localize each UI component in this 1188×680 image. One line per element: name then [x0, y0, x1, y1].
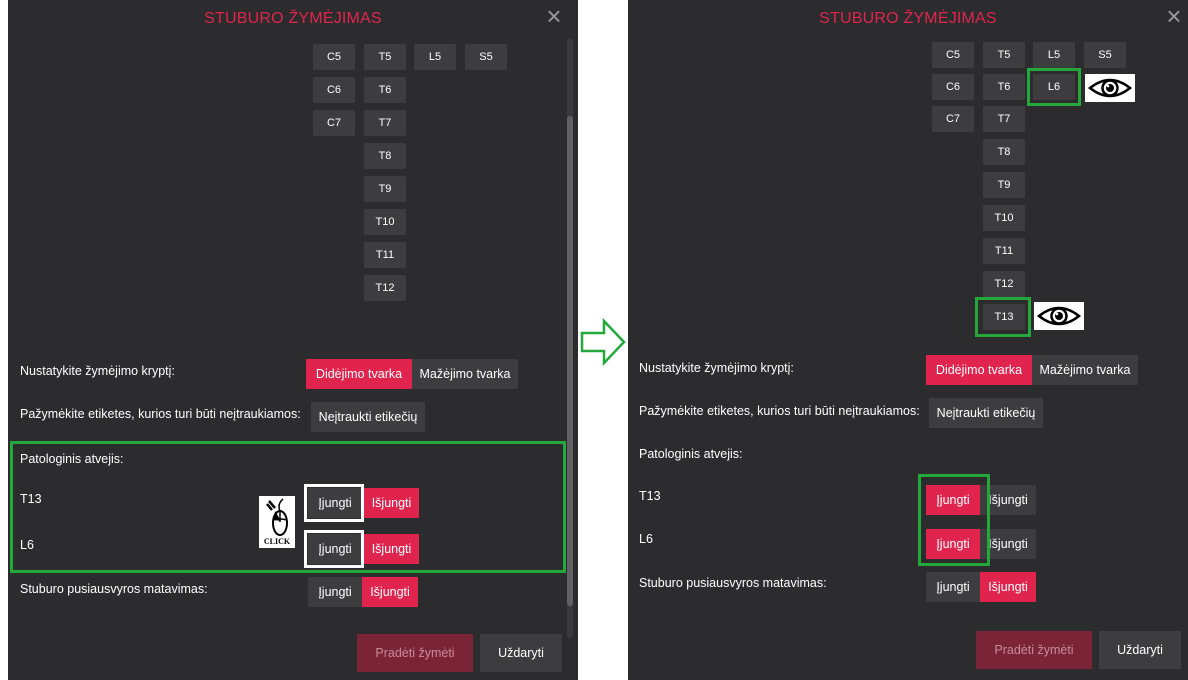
start-marking-button[interactable]: Pradėti žymėti — [976, 631, 1092, 669]
scrollbar[interactable] — [567, 38, 573, 638]
l6-disable-button[interactable]: Išjungti — [364, 534, 419, 564]
vertebra-button-t8[interactable]: T8 — [983, 139, 1025, 165]
balance-label: Stuburo pusiausvyros matavimas: — [639, 576, 827, 590]
balance-label: Stuburo pusiausvyros matavimas: — [20, 582, 208, 596]
vertebra-button-t12[interactable]: T12 — [983, 271, 1025, 297]
balance-enable-button[interactable]: Įjungti — [926, 572, 980, 602]
vertebra-button-c5[interactable]: C5 — [313, 44, 355, 70]
highlight-t13 — [975, 297, 1031, 337]
direction-label: Nustatykite žymėjimo kryptį: — [639, 361, 794, 375]
vertebra-button-t10[interactable]: T10 — [983, 205, 1025, 231]
vertebra-button-t7[interactable]: T7 — [983, 106, 1025, 132]
vertebra-button-t7[interactable]: T7 — [364, 110, 406, 136]
highlight-t13-enable — [304, 484, 364, 522]
vertebra-button-l5[interactable]: L5 — [1033, 42, 1075, 68]
vertebra-button-t10[interactable]: T10 — [364, 209, 406, 235]
pathology-label: Patologinis atvejis: — [20, 452, 124, 466]
close-button[interactable]: Uždaryti — [1099, 631, 1181, 669]
arrow-right-icon — [580, 318, 626, 366]
vertebra-button-l5[interactable]: L5 — [414, 44, 456, 70]
balance-disable-button[interactable]: Išjungti — [362, 577, 418, 607]
vertebra-button-t11[interactable]: T11 — [364, 242, 406, 268]
vertebra-button-s5[interactable]: S5 — [465, 44, 507, 70]
close-icon[interactable]: × — [1164, 3, 1184, 29]
vertebra-button-t6[interactable]: T6 — [364, 77, 406, 103]
pathology-row-l6-label: L6 — [639, 532, 653, 546]
dialog-title: STUBURO ŽYMĖJIMAS — [819, 10, 997, 27]
pathology-label: Patologinis atvejis: — [639, 447, 743, 461]
vertebra-button-t5[interactable]: T5 — [983, 42, 1025, 68]
vertebra-button-c7[interactable]: C7 — [313, 110, 355, 136]
highlight-l6 — [1027, 68, 1081, 106]
exclude-labels-button[interactable]: Neįtraukti etikečių — [311, 402, 425, 432]
pathology-row-t13-label: T13 — [639, 489, 661, 503]
vertebra-button-c6[interactable]: C6 — [313, 77, 355, 103]
eye-icon — [1085, 74, 1135, 102]
vertebra-button-t6[interactable]: T6 — [983, 74, 1025, 100]
ascending-button[interactable]: Didėjimo tvarka — [306, 359, 412, 389]
direction-label: Nustatykite žymėjimo kryptį: — [20, 364, 175, 378]
vertebra-button-c6[interactable]: C6 — [932, 74, 974, 100]
vertebra-button-t12[interactable]: T12 — [364, 275, 406, 301]
pathology-row-t13-label: T13 — [20, 492, 42, 506]
vertebra-button-t5[interactable]: T5 — [364, 44, 406, 70]
eye-icon — [1034, 302, 1084, 330]
balance-disable-button[interactable]: Išjungti — [980, 572, 1036, 602]
vertebra-button-t8[interactable]: T8 — [364, 143, 406, 169]
exclude-label: Pažymėkite etiketes, kurios turi būti ne… — [20, 407, 301, 421]
pathology-row-l6-label: L6 — [20, 538, 34, 552]
start-marking-button[interactable]: Pradėti žymėti — [357, 634, 473, 672]
descending-button[interactable]: Mažėjimo tvarka — [412, 359, 518, 389]
exclude-label: Pažymėkite etiketes, kurios turi būti ne… — [639, 404, 920, 418]
close-icon[interactable]: × — [544, 3, 564, 29]
dialog-title: STUBURO ŽYMĖJIMAS — [204, 10, 382, 27]
vertebra-button-t9[interactable]: T9 — [983, 172, 1025, 198]
highlight-enable-buttons — [918, 474, 990, 566]
highlight-l6-enable — [304, 530, 364, 568]
click-caption: CLICK — [263, 537, 291, 546]
mouse-click-icon: CLICK — [259, 496, 295, 548]
descending-button[interactable]: Mažėjimo tvarka — [1032, 355, 1138, 385]
ascending-button[interactable]: Didėjimo tvarka — [926, 355, 1032, 385]
vertebra-button-c7[interactable]: C7 — [932, 106, 974, 132]
vertebra-button-t11[interactable]: T11 — [983, 238, 1025, 264]
vertebra-button-t9[interactable]: T9 — [364, 176, 406, 202]
vertebra-button-s5[interactable]: S5 — [1084, 42, 1126, 68]
scrollbar-thumb[interactable] — [567, 116, 573, 606]
close-button[interactable]: Uždaryti — [480, 634, 562, 672]
dialog-before: STUBURO ŽYMĖJIMAS × C5 T5 L5 S5 C6 T6 C7… — [8, 0, 578, 680]
exclude-labels-button[interactable]: Neįtraukti etikečių — [929, 398, 1043, 428]
t13-disable-button[interactable]: Išjungti — [364, 488, 419, 518]
balance-enable-button[interactable]: Įjungti — [308, 577, 362, 607]
vertebra-button-c5[interactable]: C5 — [932, 42, 974, 68]
dialog-after: STUBURO ŽYMĖJIMAS × C5 T5 L5 S5 C6 T6 L6… — [628, 0, 1188, 680]
